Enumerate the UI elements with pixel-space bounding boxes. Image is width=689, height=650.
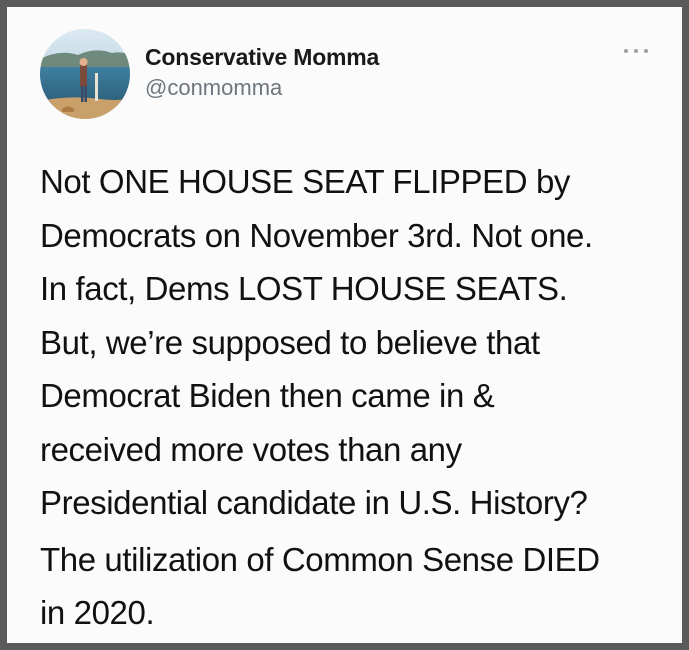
tweet-card: Conservative Momma @conmomma Not ONE HOU… [7,7,682,643]
tweet-header: Conservative Momma @conmomma [7,7,682,127]
tweet-line: But, we’re supposed to believe that [40,323,540,361]
tweet-line: in 2020. [40,594,155,631]
author-display-name[interactable]: Conservative Momma [145,44,379,71]
tweet-paragraph: Not ONE HOUSE SEAT FLIPPED by Democrats … [40,155,670,530]
tweet-paragraph: The utilization of Common Sense DIED in … [40,533,670,640]
profile-photo-icon [40,29,130,119]
tweet-line: Not ONE HOUSE SEAT FLIPPED by [40,163,570,200]
author-handle[interactable]: @conmomma [145,75,282,101]
ellipsis-icon[interactable] [621,43,651,59]
tweet-line: Presidential candidate in U.S. History? [40,484,588,521]
tweet-body: Not ONE HOUSE SEAT FLIPPED by Democrats … [40,155,670,640]
tweet-line: The utilization of Common Sense DIED [40,540,600,578]
tweet-line: received more votes than any [40,430,462,468]
tweet-line: Democrats on November 3rd. Not one. [40,216,593,254]
avatar[interactable] [40,29,130,119]
tweet-line: Democrat Biden then came in & [40,377,495,414]
tweet-line: In fact, Dems LOST HOUSE SEATS. [40,270,568,307]
